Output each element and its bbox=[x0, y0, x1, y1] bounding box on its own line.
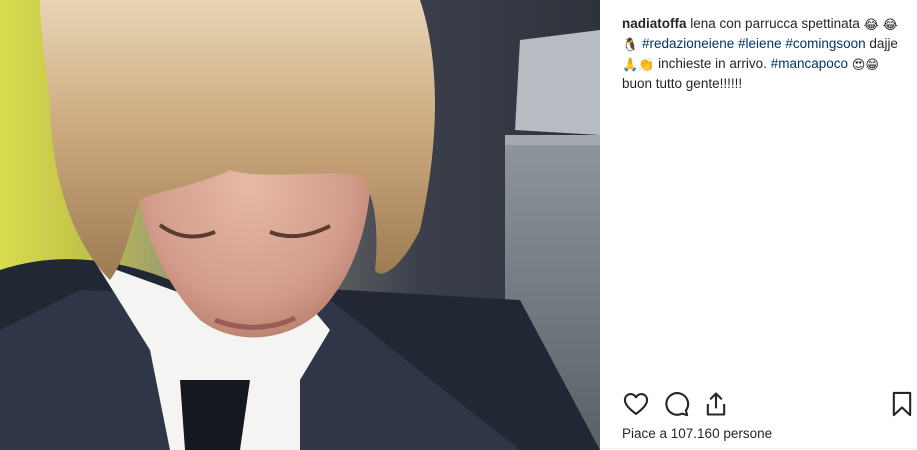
clapping-hands-emoji-icon: 👏 bbox=[638, 58, 655, 73]
likes-count[interactable]: Piace a 107.160 persone bbox=[622, 426, 772, 441]
hashtag-link[interactable]: #redazioneiene bbox=[642, 36, 734, 51]
heart-eyes-emoji-icon: 😍 bbox=[851, 58, 866, 73]
username-link[interactable]: nadiatoffa bbox=[622, 16, 687, 31]
divider bbox=[600, 448, 917, 449]
caption-text: buon tutto gente!!!!!! bbox=[622, 76, 743, 91]
share-button[interactable] bbox=[702, 390, 730, 418]
hashtag-link[interactable]: #leiene bbox=[738, 36, 782, 51]
like-button[interactable] bbox=[622, 390, 650, 418]
penguin-emoji-icon: 🐧 bbox=[622, 38, 639, 53]
caption-text: inchieste in arrivo. bbox=[654, 56, 771, 71]
praying-hands-emoji-icon: 🙏 bbox=[622, 58, 639, 73]
comment-bubble-icon bbox=[665, 392, 690, 417]
instagram-post: nadiatoffa lena con parrucca spettinata … bbox=[0, 0, 917, 450]
laughing-emoji-icon: 😂 bbox=[863, 18, 879, 33]
caption-text: lena con parrucca spettinata bbox=[686, 16, 864, 31]
laughing-emoji-icon: 😂 bbox=[882, 18, 898, 33]
grinning-emoji-icon: 😁 bbox=[865, 58, 879, 73]
heart-icon bbox=[623, 393, 649, 415]
post-sidebar: nadiatoffa lena con parrucca spettinata … bbox=[600, 0, 917, 450]
post-caption: nadiatoffa lena con parrucca spettinata … bbox=[622, 14, 900, 94]
caption-text: dajje bbox=[865, 36, 898, 51]
photo-illustration bbox=[0, 0, 600, 450]
save-button[interactable] bbox=[888, 390, 916, 418]
hashtag-link[interactable]: #comingsoon bbox=[785, 36, 865, 51]
share-arrow-icon bbox=[706, 392, 726, 416]
comment-button[interactable] bbox=[662, 390, 690, 418]
post-actions bbox=[622, 390, 912, 420]
post-photo[interactable] bbox=[0, 0, 600, 450]
bookmark-icon bbox=[892, 391, 912, 417]
hashtag-link[interactable]: #mancapoco bbox=[771, 56, 848, 71]
